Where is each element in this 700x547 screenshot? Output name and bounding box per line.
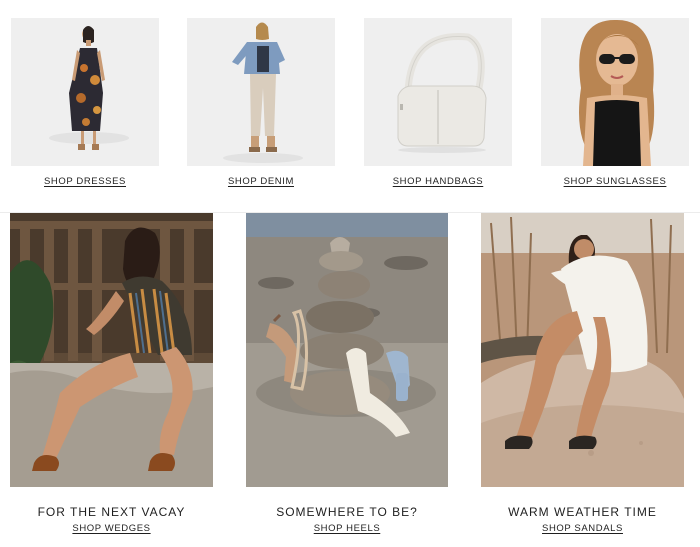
vacay-heading: FOR THE NEXT VACAY (37, 505, 186, 519)
dress-product-image[interactable] (11, 18, 159, 166)
shop-denim-link[interactable]: SHOP DENIM (187, 176, 335, 187)
denim-product-image[interactable] (187, 18, 335, 166)
sandals-image[interactable] (481, 213, 684, 487)
heels-rocks-image[interactable] (246, 213, 448, 487)
shop-handbags-link[interactable]: SHOP HANDBAGS (364, 176, 512, 187)
shop-sunglasses-link[interactable]: SHOP SUNGLASSES (541, 176, 689, 187)
shop-wedges-link[interactable]: SHOP WEDGES (10, 523, 213, 534)
somewhere-heading: SOMEWHERE TO BE? (276, 505, 418, 519)
vacay-wedges-image[interactable] (10, 213, 213, 487)
handbag-product-image[interactable] (364, 18, 512, 166)
shop-dresses-link[interactable]: SHOP DRESSES (11, 176, 159, 187)
sunglasses-product-image[interactable] (541, 18, 689, 166)
shop-heels-link[interactable]: SHOP HEELS (246, 523, 448, 534)
shop-sandals-link[interactable]: SHOP SANDALS (481, 523, 684, 534)
warm-weather-heading: WARM WEATHER TIME (508, 505, 657, 519)
